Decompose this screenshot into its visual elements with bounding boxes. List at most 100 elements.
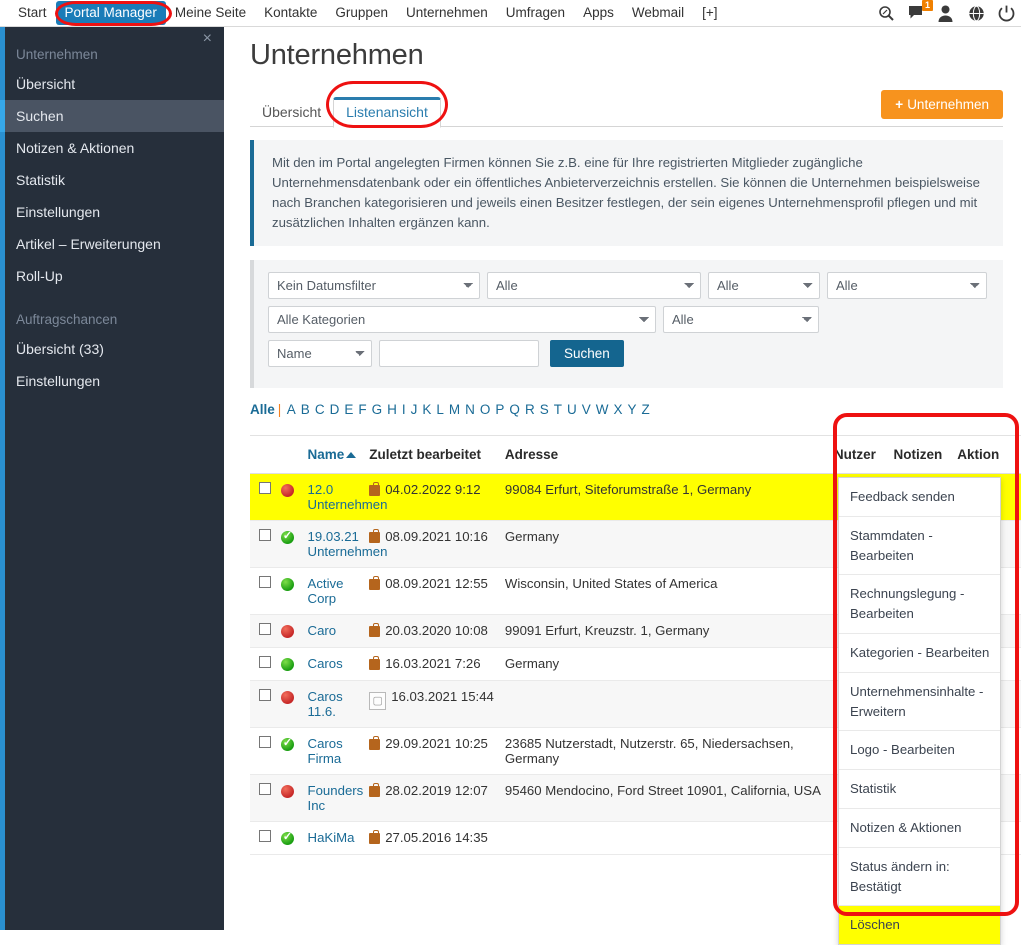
alphabet-letter-V[interactable]: V	[582, 402, 591, 417]
tab-listenansicht[interactable]: Listenansicht	[333, 97, 441, 128]
th-users[interactable]: Nutzer	[833, 436, 894, 475]
sidebar-item-statistik[interactable]: Statistik	[0, 164, 224, 196]
nav-item-start[interactable]: Start	[9, 3, 56, 23]
sidebar-item-roll-up[interactable]: Roll-Up	[0, 260, 224, 292]
alphabet-letter-S[interactable]: S	[540, 402, 549, 417]
nav-item-webmail[interactable]: Webmail	[623, 3, 693, 23]
row-checkbox[interactable]	[259, 529, 271, 542]
action-menu-item-unternehmensinhalte-erweitern[interactable]: Unternehmensinhalte - Erweitern	[839, 673, 1000, 732]
search-button[interactable]: Suchen	[550, 340, 624, 368]
company-name-link[interactable]: Caros 11.6.	[308, 689, 343, 719]
nav-item-umfragen[interactable]: Umfragen	[497, 3, 574, 23]
action-menu-item-rechnungslegung-bearbeiten[interactable]: Rechnungslegung - Bearbeiten	[839, 575, 1000, 634]
search-field-select[interactable]: Name	[268, 340, 372, 368]
alphabet-letter-W[interactable]: W	[596, 402, 609, 417]
filter-row-3: Name Suchen	[268, 340, 989, 368]
globe-icon[interactable]	[968, 5, 985, 22]
row-checkbox-cell	[250, 774, 281, 823]
alphabet-letter-K[interactable]: K	[422, 402, 431, 417]
alphabet-all[interactable]: Alle	[250, 402, 275, 417]
action-menu-item-l-schen[interactable]: Löschen	[839, 906, 1000, 945]
messages-icon[interactable]: 1	[908, 0, 933, 22]
row-checkbox[interactable]	[259, 623, 271, 636]
th-notes[interactable]: Notizen	[893, 436, 958, 475]
alphabet-letter-N[interactable]: N	[465, 402, 475, 417]
th-date[interactable]: Zuletzt bearbeitet	[369, 436, 505, 475]
sidebar-item-suchen[interactable]: Suchen	[0, 100, 224, 132]
company-name-link[interactable]: Active Corp	[308, 576, 344, 606]
company-name-link[interactable]: Founders Inc	[308, 783, 364, 813]
company-name-link[interactable]: HaKiMa	[308, 830, 355, 845]
action-menu-item-kategorien-bearbeiten[interactable]: Kategorien - Bearbeiten	[839, 634, 1000, 673]
sidebar-item-einstellungen[interactable]: Einstellungen	[0, 365, 224, 397]
nav-item-meine-seite[interactable]: Meine Seite	[166, 3, 255, 23]
alphabet-letter-U[interactable]: U	[567, 402, 577, 417]
alphabet-letter-M[interactable]: M	[449, 402, 460, 417]
sidebar-item-bersicht[interactable]: Übersicht	[0, 68, 224, 100]
company-name-link[interactable]: Caros Firma	[308, 736, 343, 766]
filter-select-3[interactable]: Alle	[708, 272, 820, 300]
nav-item-gruppen[interactable]: Gruppen	[326, 3, 397, 23]
alphabet-letter-I[interactable]: I	[402, 402, 406, 417]
nav-item-apps[interactable]: Apps	[574, 3, 623, 23]
row-checkbox[interactable]	[259, 482, 271, 495]
alphabet-letter-F[interactable]: F	[358, 402, 366, 417]
search-input[interactable]	[379, 340, 539, 368]
action-menu-item-stammdaten-bearbeiten[interactable]: Stammdaten - Bearbeiten	[839, 517, 1000, 576]
alphabet-letter-Z[interactable]: Z	[642, 402, 650, 417]
sidebar-item-notizen-aktionen[interactable]: Notizen & Aktionen	[0, 132, 224, 164]
th-name[interactable]: Name	[307, 436, 370, 475]
sidebar-item-bersicht-33[interactable]: Übersicht (33)	[0, 333, 224, 365]
company-name-link[interactable]: Caro	[308, 623, 337, 638]
th-address[interactable]: Adresse	[504, 436, 834, 475]
company-name-link[interactable]: Caros	[308, 656, 343, 671]
alphabet-letter-A[interactable]: A	[287, 402, 296, 417]
filter-select-4[interactable]: Alle	[827, 272, 987, 300]
date-filter-select[interactable]: Kein Datumsfilter	[268, 272, 480, 300]
search-icon[interactable]	[878, 5, 895, 22]
action-menu-item-notizen-aktionen[interactable]: Notizen & Aktionen	[839, 809, 1000, 848]
sidebar-item-artikel-erweiterungen[interactable]: Artikel – Erweiterungen	[0, 228, 224, 260]
lock-icon	[369, 830, 381, 845]
alphabet-letter-O[interactable]: O	[480, 402, 491, 417]
alphabet-letter-E[interactable]: E	[344, 402, 353, 417]
action-menu-item-feedback-senden[interactable]: Feedback senden	[839, 478, 1000, 517]
row-checkbox[interactable]	[259, 656, 271, 669]
close-icon[interactable]: ×	[203, 31, 212, 47]
add-company-button[interactable]: + Unternehmen	[881, 90, 1003, 119]
nav-item-unternehmen[interactable]: Unternehmen	[397, 3, 497, 23]
nav-item-kontakte[interactable]: Kontakte	[255, 3, 326, 23]
alphabet-letter-T[interactable]: T	[554, 402, 562, 417]
power-icon[interactable]	[998, 5, 1015, 22]
user-icon[interactable]	[938, 5, 955, 22]
action-menu-item-status-ndern-in-best-tigt[interactable]: Status ändern in: Bestätigt	[839, 848, 1000, 907]
alphabet-letter-L[interactable]: L	[436, 402, 444, 417]
row-checkbox[interactable]	[259, 830, 271, 843]
alphabet-letter-B[interactable]: B	[301, 402, 310, 417]
filter-select-6[interactable]: Alle	[663, 306, 819, 334]
alphabet-letter-X[interactable]: X	[613, 402, 622, 417]
alphabet-letter-Y[interactable]: Y	[627, 402, 636, 417]
alphabet-letter-H[interactable]: H	[387, 402, 397, 417]
alphabet-letter-Q[interactable]: Q	[509, 402, 520, 417]
row-checkbox[interactable]	[259, 576, 271, 589]
alphabet-letter-J[interactable]: J	[411, 402, 418, 417]
action-menu-item-logo-bearbeiten[interactable]: Logo - Bearbeiten	[839, 731, 1000, 771]
row-date: 27.05.2016 14:35	[385, 830, 488, 846]
alphabet-letter-C[interactable]: C	[315, 402, 325, 417]
alphabet-letter-R[interactable]: R	[525, 402, 535, 417]
tab-bersicht[interactable]: Übersicht	[250, 98, 333, 127]
alphabet-letter-D[interactable]: D	[330, 402, 340, 417]
row-checkbox[interactable]	[259, 689, 271, 702]
alphabet-letter-G[interactable]: G	[372, 402, 383, 417]
alphabet-letter-P[interactable]: P	[495, 402, 504, 417]
sidebar-item-einstellungen[interactable]: Einstellungen	[0, 196, 224, 228]
nav-item-portal-manager[interactable]: Portal Manager	[55, 1, 166, 25]
row-checkbox[interactable]	[259, 783, 271, 796]
action-menu-item-statistik[interactable]: Statistik	[839, 770, 1000, 809]
alphabet-filter: Alle | A B C D E F G H I J K L M N O P Q R S T U V W X Y Z	[250, 402, 1003, 417]
category-filter-select[interactable]: Alle Kategorien	[268, 306, 656, 334]
row-checkbox[interactable]	[259, 736, 271, 749]
filter-select-2[interactable]: Alle	[487, 272, 701, 300]
nav-item-[interactable]: [+]	[693, 3, 726, 23]
